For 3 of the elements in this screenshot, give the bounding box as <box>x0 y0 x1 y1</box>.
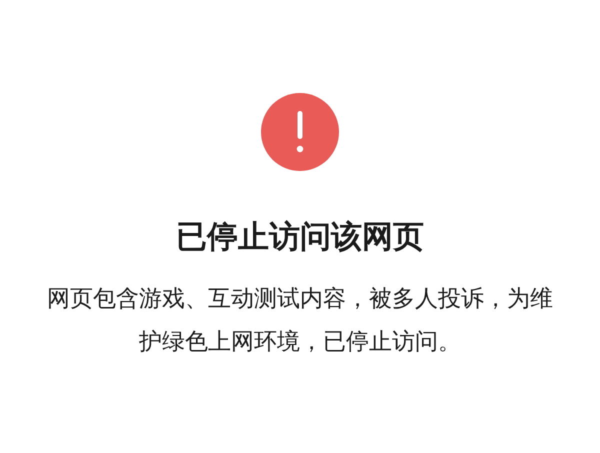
message-text: 网页包含游戏、互动测试内容，被多人投诉，为维护绿色上网环境，已停止访问。 <box>47 285 553 357</box>
warning-icon <box>261 93 339 171</box>
page-title: 已停止访问该网页 <box>176 218 424 257</box>
